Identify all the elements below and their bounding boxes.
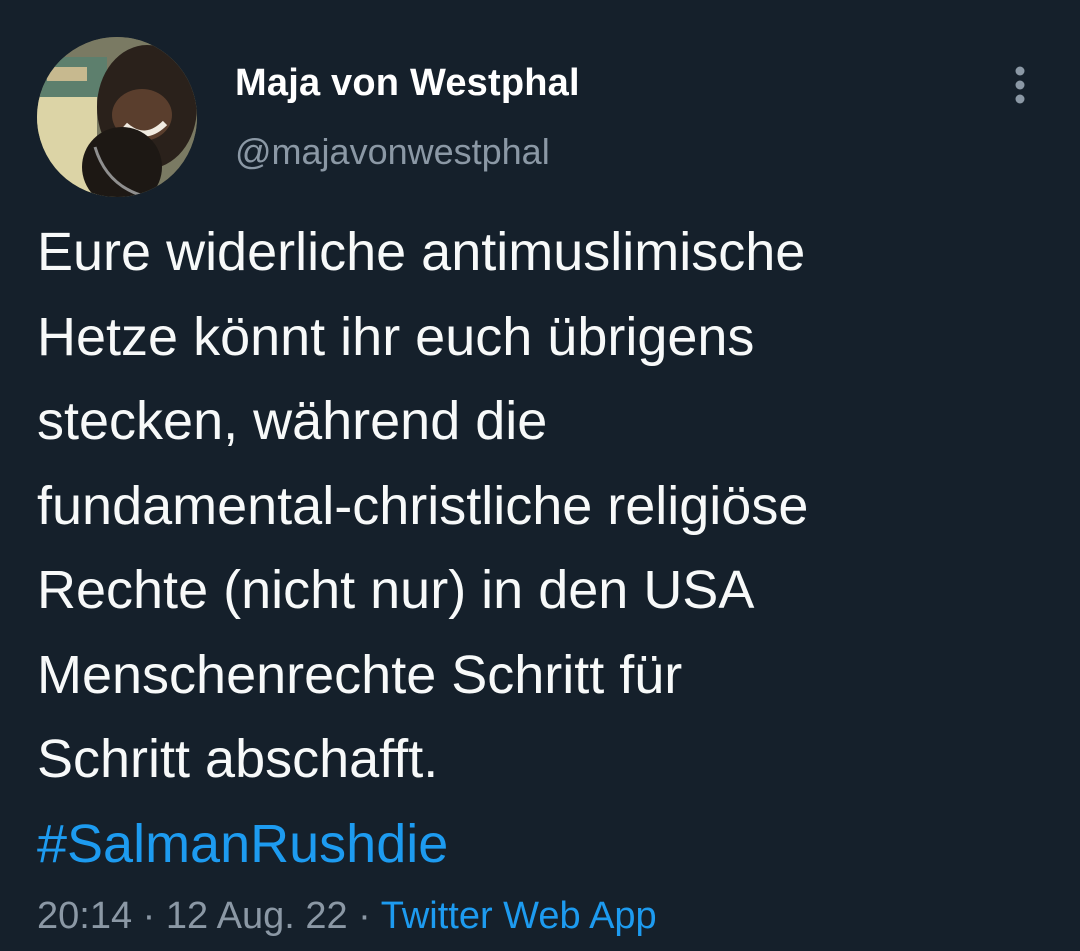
hashtag-link[interactable]: #SalmanRushdie [37, 802, 1047, 887]
author-name[interactable]: Maja von Westphal [235, 62, 580, 105]
tweet-source-link[interactable]: Twitter Web App [381, 895, 657, 937]
author-handle[interactable]: @majavonwestphal [235, 131, 550, 173]
tweet-text-line: Hetze könnt ihr euch übrigens [37, 306, 755, 367]
tweet-card: Maja von Westphal @majavonwestphal Eure … [0, 0, 1080, 951]
meta-separator: · [347, 895, 381, 937]
tweet-time[interactable]: 20:14 [37, 895, 132, 937]
tweet-text: Eure widerliche antimuslimische Hetze kö… [37, 210, 1047, 886]
tweet-text-line: Schritt abschafft. [37, 729, 439, 789]
tweet-text-line: fundamental-christliche religiöse [37, 475, 809, 536]
tweet-text-line: Rechte (nicht nur) in den USA [37, 560, 755, 620]
tweet-text-line: Menschenrechte Schritt für [37, 644, 683, 705]
more-vertical-icon[interactable] [1000, 62, 1040, 110]
avatar[interactable] [37, 37, 197, 197]
tweet-meta: 20:14 · 12 Aug. 22 · Twitter Web App [37, 895, 657, 938]
tweet-date[interactable]: 12 Aug. 22 [166, 895, 348, 937]
tweet-text-line: stecken, während die [37, 391, 548, 451]
meta-separator: · [132, 895, 166, 937]
tweet-text-line: Eure widerliche antimuslimische [37, 222, 806, 282]
